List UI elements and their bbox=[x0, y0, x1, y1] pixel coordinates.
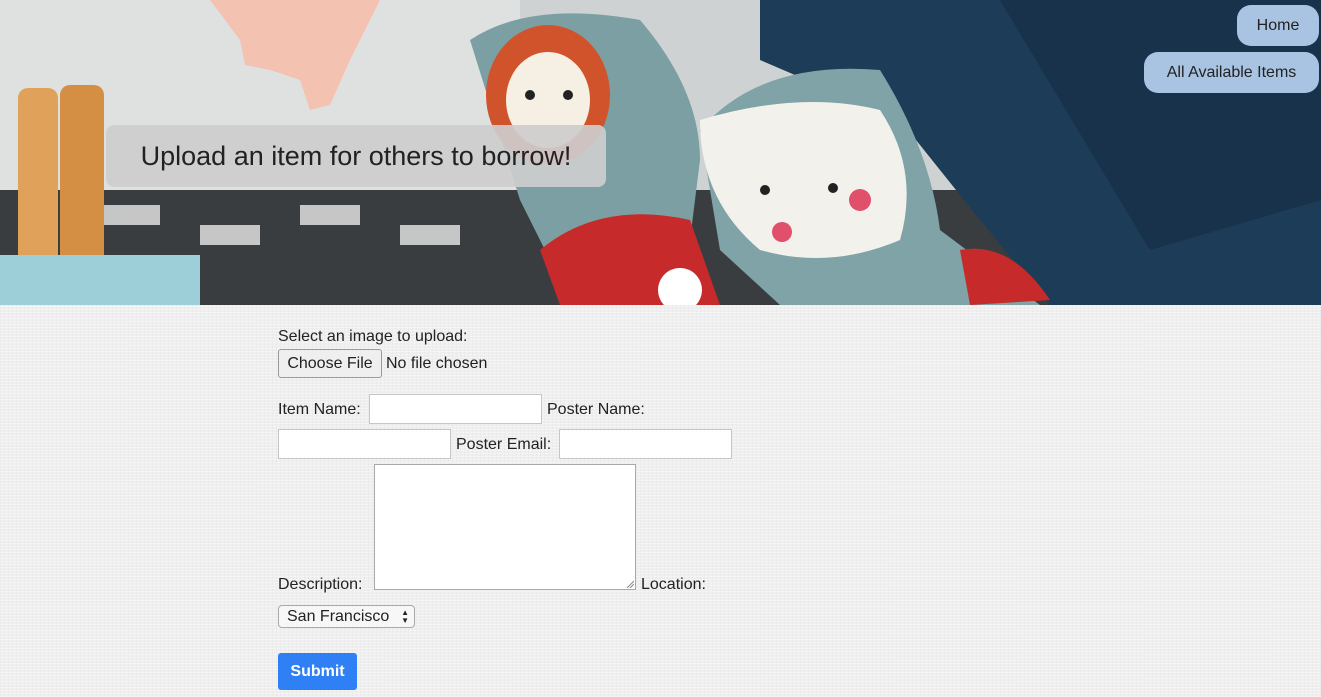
poster-email-label: Poster Email: bbox=[456, 436, 552, 453]
poster-name-input[interactable] bbox=[278, 429, 451, 459]
location-selected-value: San Francisco bbox=[287, 607, 390, 625]
description-textarea[interactable] bbox=[374, 464, 636, 590]
page-title: Upload an item for others to borrow! bbox=[106, 125, 606, 187]
hero-banner: Upload an item for others to borrow! Hom… bbox=[0, 0, 1321, 305]
poster-email-input[interactable] bbox=[559, 429, 732, 459]
location-label: Location: bbox=[641, 576, 706, 593]
poster-name-label: Poster Name: bbox=[547, 401, 645, 418]
upload-form: Select an image to upload: Choose File N… bbox=[0, 305, 1321, 697]
item-name-label: Item Name: bbox=[278, 401, 361, 418]
item-name-input[interactable] bbox=[369, 394, 542, 424]
all-items-button[interactable]: All Available Items bbox=[1144, 52, 1319, 93]
image-upload-label: Select an image to upload: bbox=[278, 328, 468, 345]
choose-file-button[interactable]: Choose File bbox=[278, 349, 382, 378]
description-label: Description: bbox=[278, 576, 363, 593]
resize-handle-icon[interactable] bbox=[626, 580, 634, 588]
file-status-text: No file chosen bbox=[386, 355, 488, 372]
select-arrows-icon: ▲ ▼ bbox=[401, 608, 409, 625]
location-select[interactable]: San Francisco ▲ ▼ bbox=[278, 605, 415, 628]
submit-button[interactable]: Submit bbox=[278, 653, 357, 690]
home-button[interactable]: Home bbox=[1237, 5, 1319, 46]
